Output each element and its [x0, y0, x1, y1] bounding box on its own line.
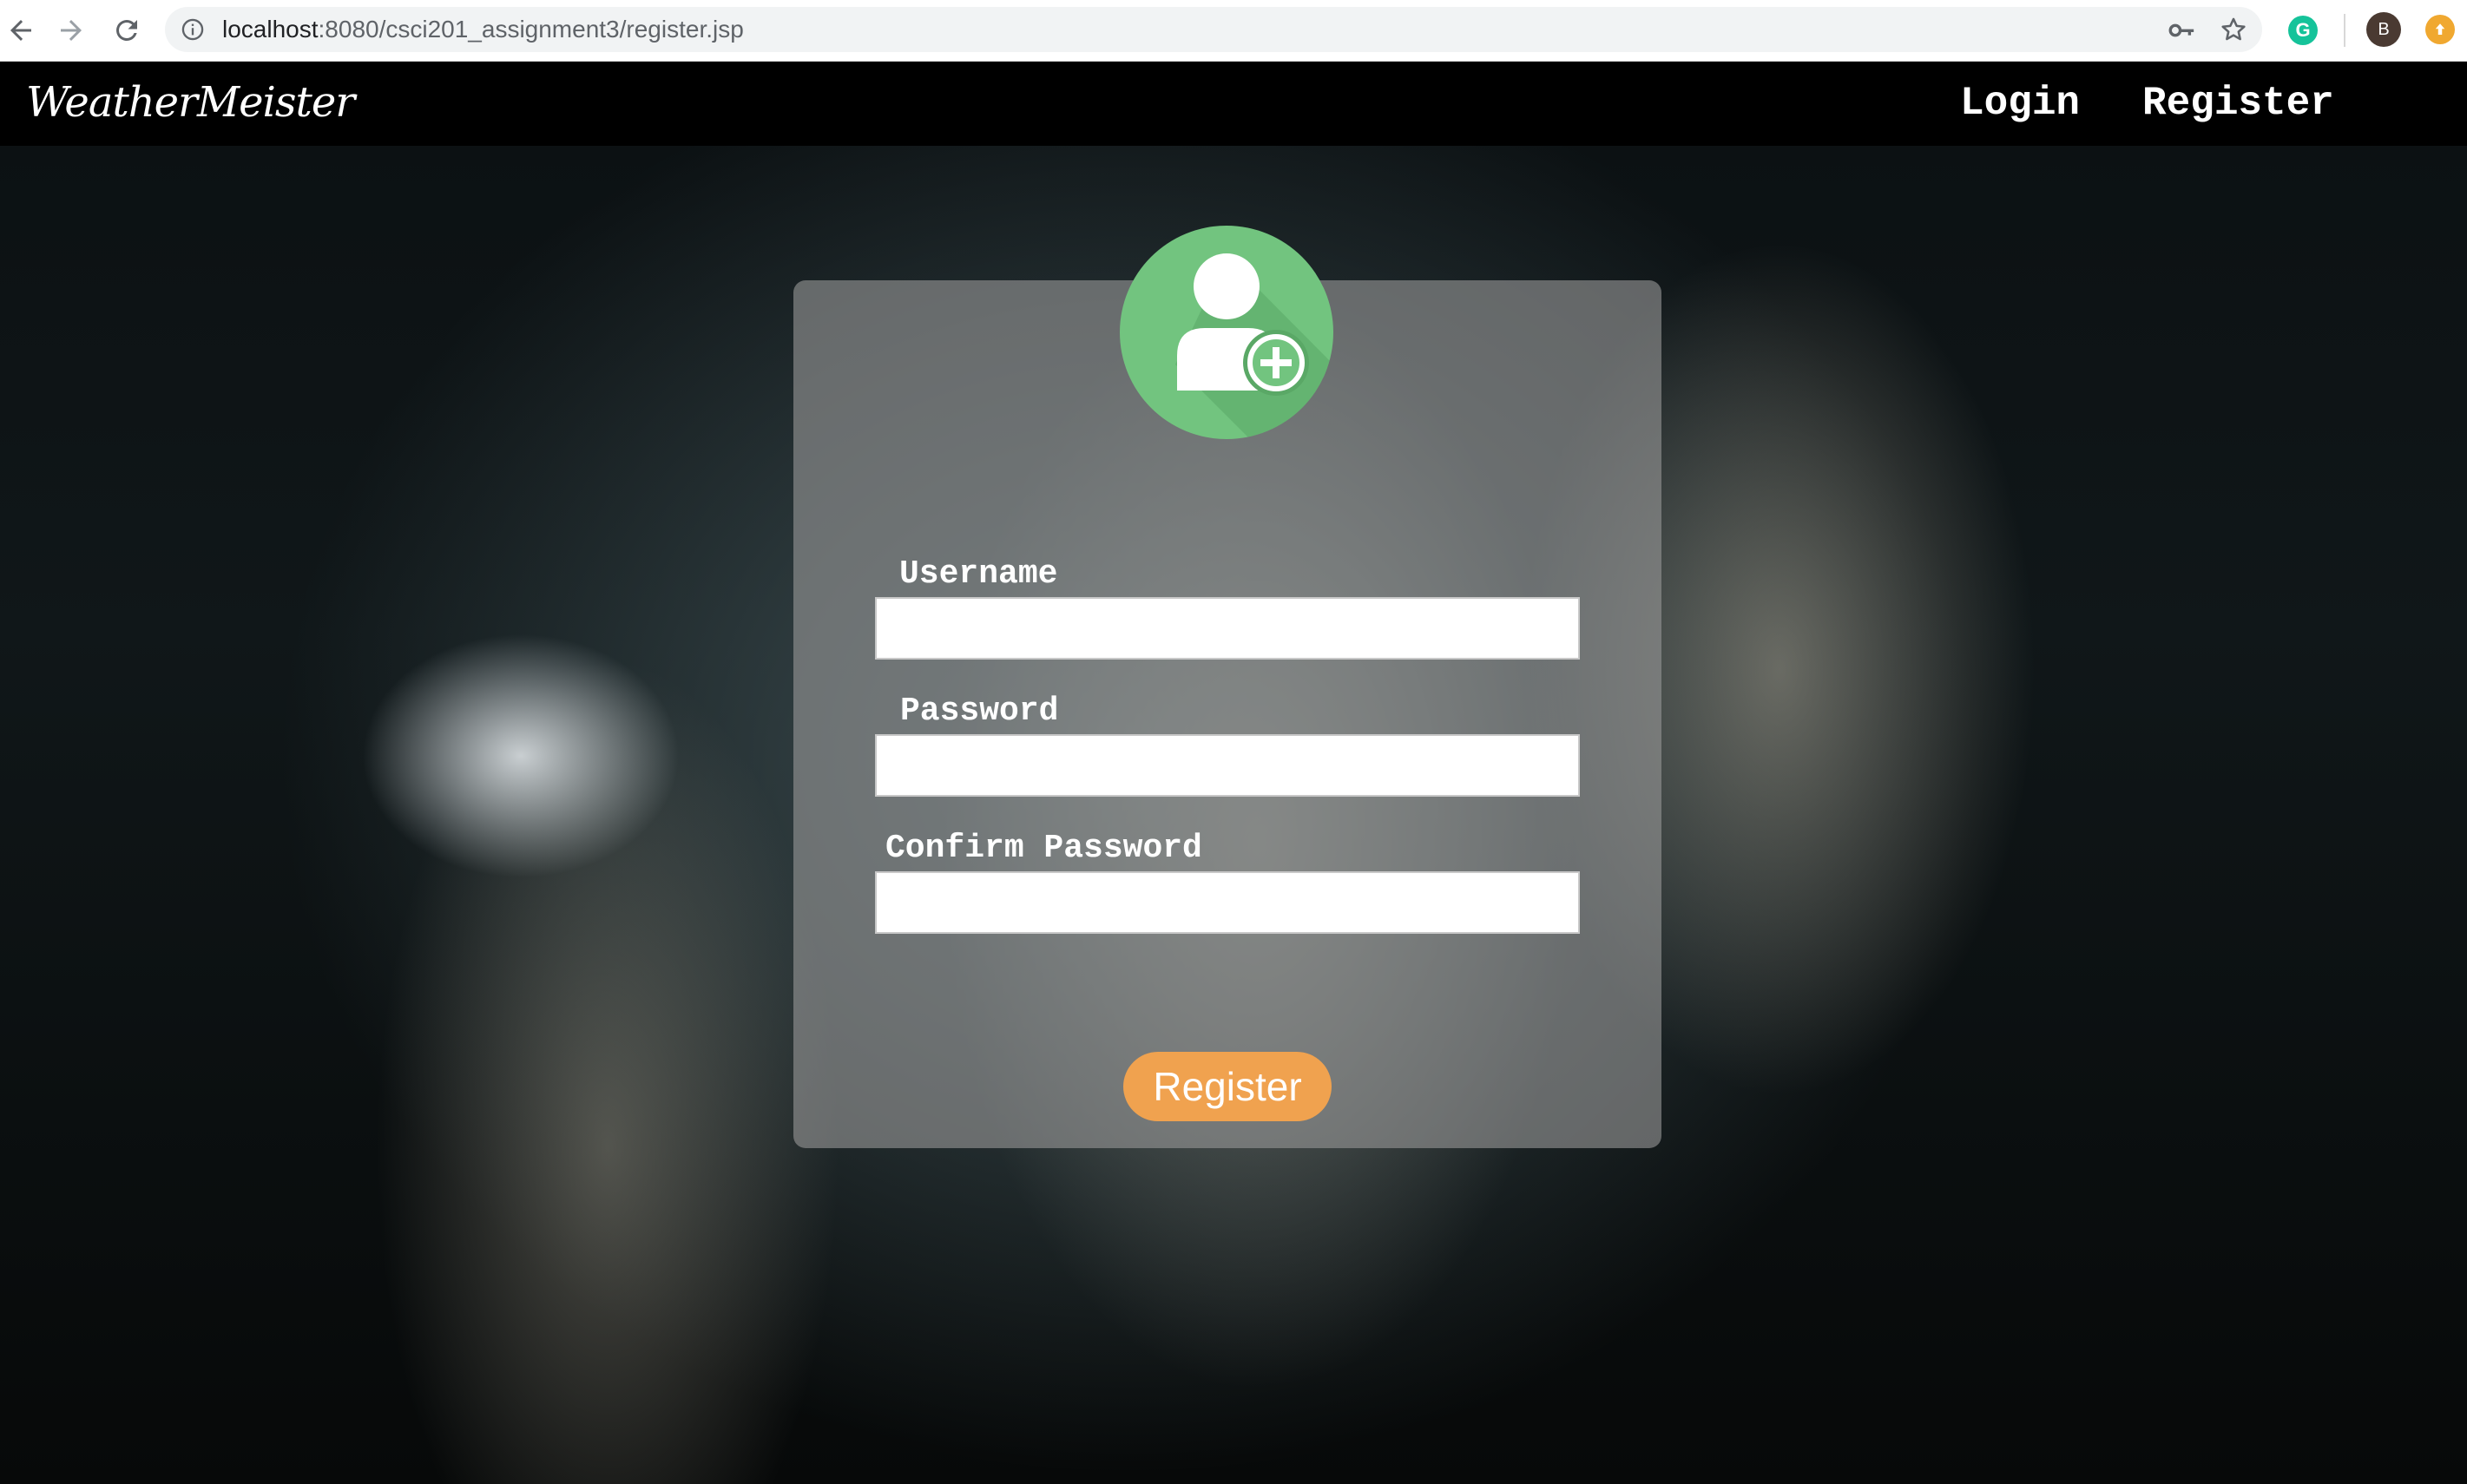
brand-logo[interactable]: WeatherMeister	[26, 74, 355, 131]
star-icon[interactable]	[2219, 15, 2248, 44]
forward-arrow-icon	[61, 20, 82, 41]
reload-icon	[116, 19, 137, 41]
back-arrow-icon	[10, 20, 31, 41]
extension-glyph-icon	[2435, 23, 2445, 35]
nav-login-link[interactable]: Login	[1960, 79, 2080, 128]
address-bar[interactable]: localhost:8080/csci201_assignment3/regis…	[165, 7, 2262, 52]
profile-initial: B	[2378, 19, 2390, 39]
back-button[interactable]	[0, 10, 42, 51]
reload-button[interactable]	[106, 10, 148, 51]
confirm-password-label: Confirm Password	[885, 830, 1202, 867]
url-path: :8080/csci201_assignment3/register.jsp	[318, 16, 744, 43]
key-icon[interactable]	[2167, 16, 2196, 45]
register-submit-button[interactable]: Register	[1123, 1052, 1332, 1121]
username-input[interactable]	[875, 597, 1580, 660]
nav-register-link[interactable]: Register	[2142, 79, 2334, 128]
browser-toolbar: localhost:8080/csci201_assignment3/regis…	[0, 0, 2467, 62]
toolbar-divider	[2344, 14, 2345, 47]
password-label: Password	[900, 693, 1059, 730]
password-input[interactable]	[875, 734, 1580, 797]
extension-icon[interactable]	[2425, 15, 2455, 44]
username-label: Username	[899, 555, 1058, 593]
grammarly-icon[interactable]: G	[2288, 16, 2318, 45]
url-host: localhost	[222, 16, 319, 43]
forward-button[interactable]	[50, 10, 92, 51]
info-icon[interactable]	[181, 17, 205, 42]
url-text: localhost:8080/csci201_assignment3/regis…	[222, 7, 744, 52]
confirm-password-input[interactable]	[875, 871, 1580, 934]
add-user-icon	[1120, 226, 1333, 439]
profile-avatar[interactable]: B	[2366, 12, 2401, 47]
site-navbar: WeatherMeister Login Register	[0, 62, 2467, 146]
